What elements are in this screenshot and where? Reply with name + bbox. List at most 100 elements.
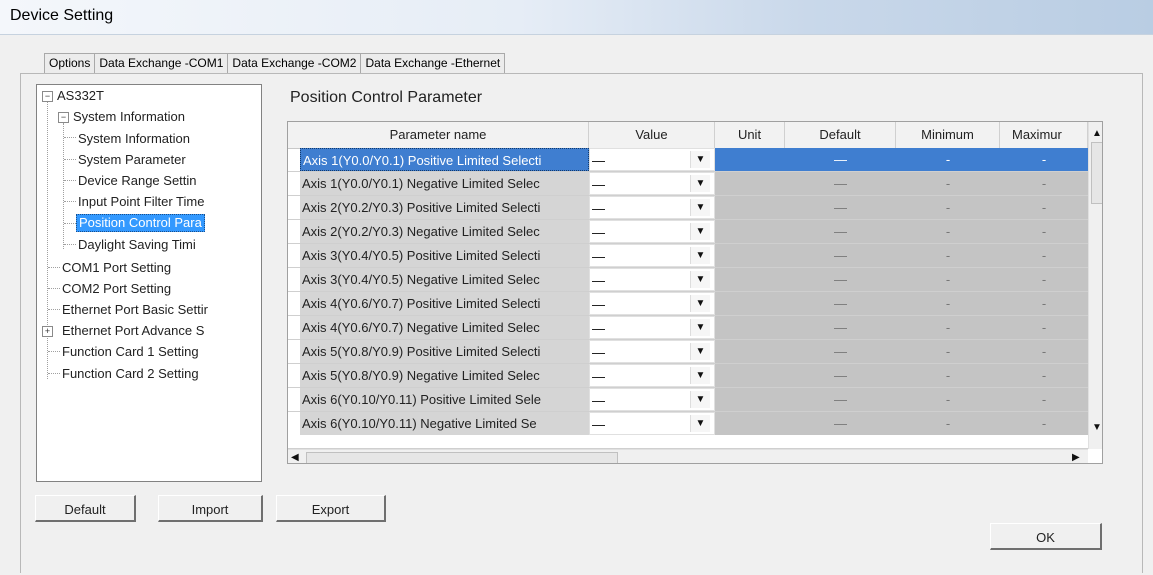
column-header-unit[interactable]: Unit [715,122,785,148]
parameter-name-cell: Axis 6(Y0.10/Y0.11) Positive Limited Sel… [300,388,589,411]
default-cell: — [785,316,896,339]
tree-line [48,288,60,289]
import-button[interactable]: Import [158,495,263,522]
tree-item-function-card-1-setting[interactable]: Function Card 1 Setting [62,343,199,361]
maximum-cell: - [1000,148,1088,171]
parameter-name-cell: Axis 2(Y0.2/Y0.3) Positive Limited Selec… [300,196,589,219]
tab-options[interactable]: Options [44,53,96,73]
column-header-value[interactable]: Value [589,122,715,148]
unit-cell [715,292,785,315]
minimum-cell: - [896,172,1000,195]
maximum-cell: - [1000,388,1088,411]
scrollbar-thumb[interactable] [1091,142,1102,204]
scroll-left-icon[interactable]: ◀ [291,452,299,463]
tree-item-daylight-saving-time[interactable]: Daylight Saving Timi [78,236,196,254]
column-header-maximum[interactable]: Maximur [1000,122,1088,148]
chevron-down-icon[interactable]: ▼ [690,175,710,192]
expand-icon[interactable]: + [42,326,53,337]
tree-item-function-card-2-setting[interactable]: Function Card 2 Setting [62,365,199,383]
minimum-cell: - [896,220,1000,243]
settings-tree[interactable]: − AS332T − System Information System Inf… [36,84,262,482]
collapse-icon[interactable]: − [58,112,69,123]
table-row[interactable]: Axis 5(Y0.8/Y0.9) Negative Limited Selec… [288,364,1088,388]
tree-line [64,201,76,202]
table-row[interactable]: Axis 6(Y0.10/Y0.11) Positive Limited Sel… [288,388,1088,412]
table-row[interactable]: Axis 6(Y0.10/Y0.11) Negative Limited Se … [288,412,1088,449]
parameter-name-cell: Axis 4(Y0.6/Y0.7) Negative Limited Selec [300,316,589,339]
tab-data-exchange-ethernet[interactable]: Data Exchange -Ethernet [360,53,506,73]
table-row[interactable]: Axis 3(Y0.4/Y0.5) Negative Limited Selec… [288,268,1088,292]
tree-item-device-range-setting[interactable]: Device Range Settin [78,172,197,190]
unit-cell [715,316,785,339]
default-button[interactable]: Default [35,495,136,522]
chevron-down-icon[interactable]: ▼ [690,271,710,288]
column-header-minimum[interactable]: Minimum [896,122,1000,148]
tree-item-system-parameter[interactable]: System Parameter [78,151,186,169]
ok-button[interactable]: OK [990,523,1102,550]
parameter-name-cell: Axis 5(Y0.8/Y0.9) Positive Limited Selec… [300,340,589,363]
table-row[interactable]: Axis 2(Y0.2/Y0.3) Negative Limited Selec… [288,220,1088,244]
chevron-down-icon[interactable]: ▼ [690,343,710,360]
tree-item-input-point-filter-time[interactable]: Input Point Filter Time [78,193,204,211]
tab-data-exchange-com1[interactable]: Data Exchange -COM1 [94,53,229,73]
table-row[interactable]: Axis 2(Y0.2/Y0.3) Positive Limited Selec… [288,196,1088,220]
tree-item-as332t[interactable]: AS332T [57,87,104,105]
scroll-down-icon[interactable]: ▼ [1092,422,1102,433]
unit-cell [715,196,785,219]
chevron-down-icon[interactable]: ▼ [690,151,710,168]
maximum-cell: - [1000,364,1088,387]
table-row[interactable]: Axis 3(Y0.4/Y0.5) Positive Limited Selec… [288,244,1088,268]
horizontal-scrollbar[interactable]: ◀ ▶ [288,449,1088,463]
tree-line [48,267,60,268]
table-row[interactable]: Axis 1(Y0.0/Y0.1) Negative Limited Selec… [288,172,1088,196]
parameter-name-cell: Axis 2(Y0.2/Y0.3) Negative Limited Selec [300,220,589,243]
vertical-scrollbar[interactable]: ▲ ▼ [1088,122,1102,449]
column-header-default[interactable]: Default [785,122,896,148]
table-row[interactable]: Axis 4(Y0.6/Y0.7) Positive Limited Selec… [288,292,1088,316]
window-title: Device Setting [10,7,114,24]
collapse-icon[interactable]: − [42,91,53,102]
parameter-grid[interactable]: Parameter name Value Unit Default Minimu… [287,121,1103,464]
scrollbar-thumb[interactable] [306,452,618,463]
tree-item-system-information-child[interactable]: System Information [78,130,190,148]
maximum-cell: - [1000,340,1088,363]
scroll-right-icon[interactable]: ▶ [1072,452,1080,463]
tree-item-com2-port-setting[interactable]: COM2 Port Setting [62,280,171,298]
default-cell: — [785,268,896,291]
chevron-down-icon[interactable]: ▼ [690,391,710,408]
unit-cell [715,340,785,363]
chevron-down-icon[interactable]: ▼ [690,247,710,264]
tree-item-ethernet-port-basic-setting[interactable]: Ethernet Port Basic Settir [62,301,208,319]
chevron-down-icon[interactable]: ▼ [690,415,710,432]
parameter-name-cell: Axis 4(Y0.6/Y0.7) Positive Limited Selec… [300,292,589,315]
chevron-down-icon[interactable]: ▼ [690,367,710,384]
table-row[interactable]: Axis 1(Y0.0/Y0.1) Positive Limited Selec… [288,148,1088,172]
tab-data-exchange-com2[interactable]: Data Exchange -COM2 [227,53,362,73]
table-row[interactable]: Axis 4(Y0.6/Y0.7) Negative Limited Selec… [288,316,1088,340]
scroll-up-icon[interactable]: ▲ [1092,128,1102,139]
tree-item-position-control-parameter[interactable]: Position Control Para [76,214,205,232]
minimum-cell: - [896,196,1000,219]
table-row[interactable]: Axis 5(Y0.8/Y0.9) Positive Limited Selec… [288,340,1088,364]
default-cell: — [785,196,896,219]
export-button[interactable]: Export [276,495,386,522]
chevron-down-icon[interactable]: ▼ [690,199,710,216]
unit-cell [715,220,785,243]
chevron-down-icon[interactable]: ▼ [690,295,710,312]
chevron-down-icon[interactable]: ▼ [690,319,710,336]
minimum-cell: - [896,292,1000,315]
tree-line [64,137,76,138]
tree-item-com1-port-setting[interactable]: COM1 Port Setting [62,259,171,277]
tab-strip: Options Data Exchange -COM1 Data Exchang… [44,53,506,73]
tree-line [64,180,76,181]
default-cell: — [785,148,896,171]
tree-line [64,223,76,224]
chevron-down-icon[interactable]: ▼ [690,223,710,240]
maximum-cell: - [1000,412,1088,435]
tree-item-system-information[interactable]: System Information [73,108,185,126]
tree-item-ethernet-port-advance-setting[interactable]: Ethernet Port Advance S [62,322,204,340]
unit-cell [715,172,785,195]
tree-line [47,101,48,379]
column-header-parameter-name[interactable]: Parameter name [288,122,589,148]
maximum-cell: - [1000,268,1088,291]
